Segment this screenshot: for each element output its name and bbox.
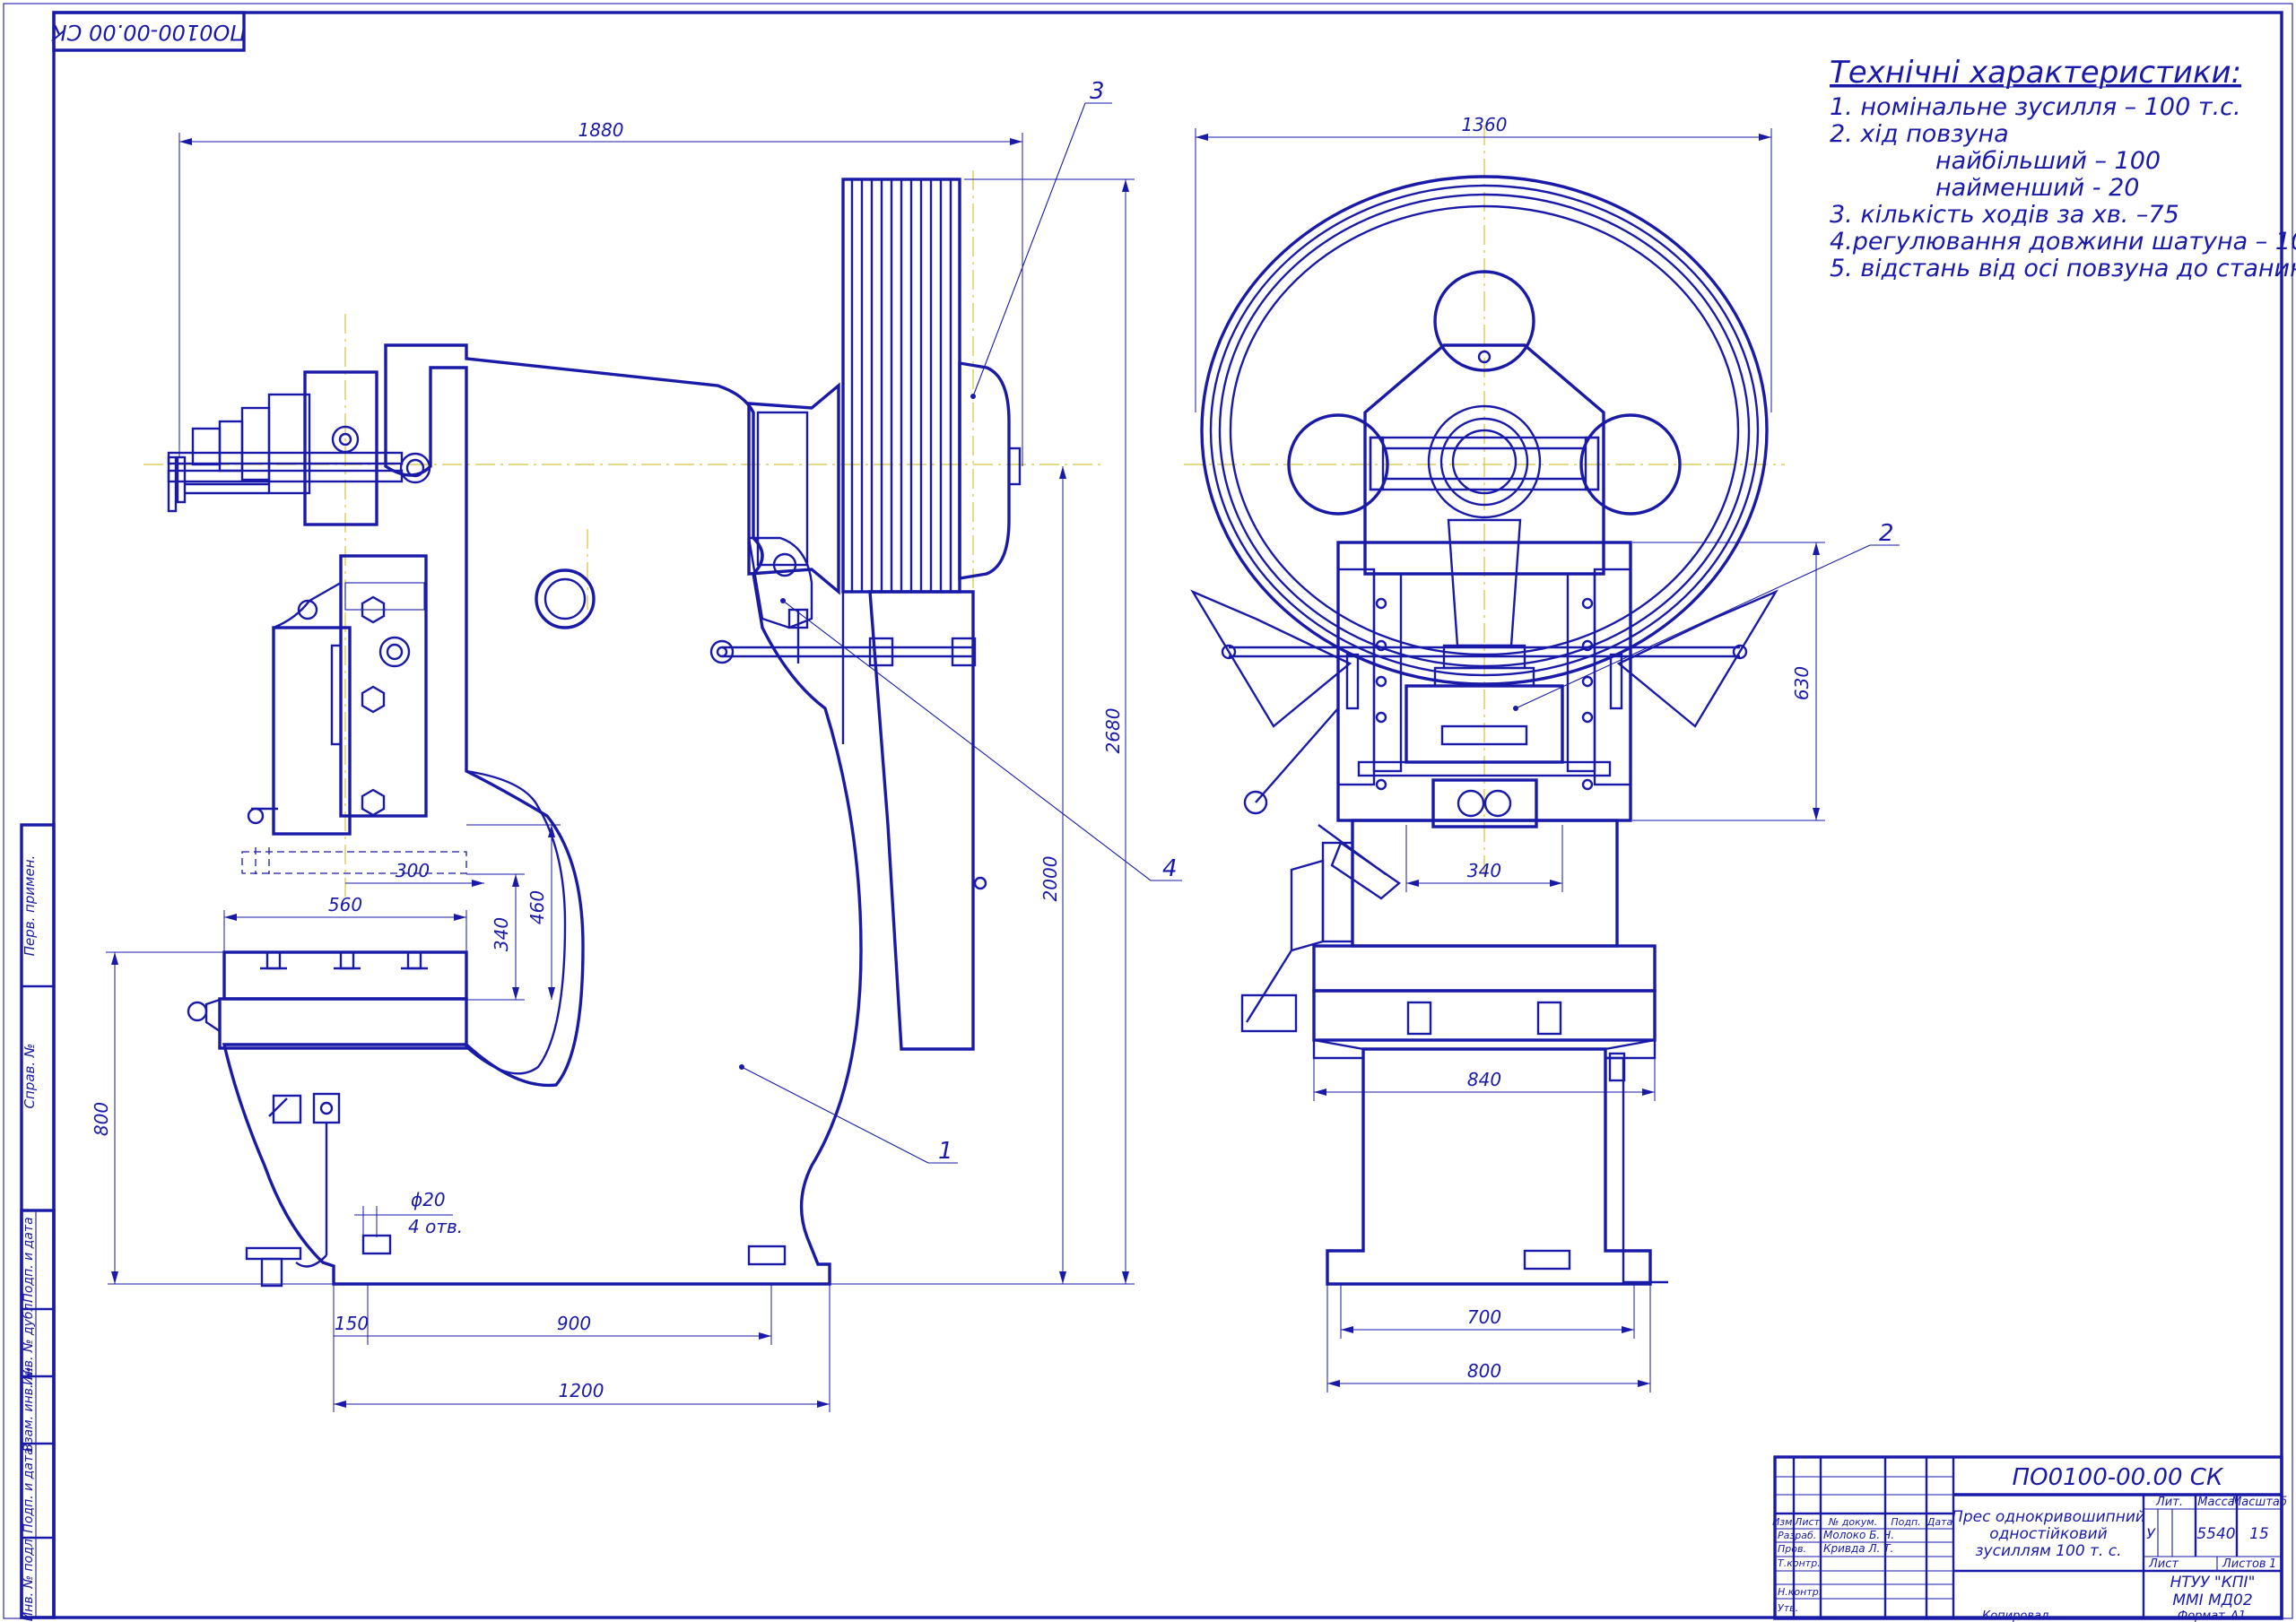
format-label: Формат — [2178, 1609, 2225, 1622]
role-6: Утв. — [1778, 1602, 1798, 1614]
dim-840: 840 — [1467, 1069, 1501, 1090]
stamp-field-5: Взам. инв. № — [22, 1366, 36, 1452]
callout-1: 1 — [938, 1138, 953, 1165]
slide-guide — [339, 554, 428, 818]
spec-line-4: найменший - 20 — [1935, 174, 2139, 202]
lit-value: У — [2146, 1525, 2156, 1542]
work-table — [187, 950, 468, 1050]
org-line-1: НТУУ "КПІ" — [2170, 1574, 2256, 1592]
callout-2-group: 2 — [1513, 520, 1900, 711]
title-doc-code: ПО0100-00.00 СК — [2013, 1464, 2224, 1491]
stamp-field-3: Подп. и дата — [22, 1217, 36, 1302]
specs-title: Технічні характеристики: — [1830, 55, 2241, 91]
product-name-3: зусиллям 100 т. с. — [1976, 1542, 2122, 1560]
brake-unit — [868, 590, 975, 1051]
title-block: ПО0100-00.00 СК Прес однокривошипний одн… — [1772, 1455, 2287, 1620]
scale-value: 15 — [2249, 1525, 2269, 1543]
sheets-label: Листов — [2222, 1557, 2266, 1571]
dim-hole-diameter: ϕ20 — [411, 1189, 446, 1210]
col-header-4: Подп. — [1891, 1516, 1920, 1528]
crank-housing — [303, 370, 378, 526]
spec-line-7: 5. відстань від осі повзуна до станини –… — [1830, 255, 2296, 282]
scale-label: Масштаб — [2231, 1496, 2287, 1509]
spec-line-5: 3. кількість ходів за хв. –75 — [1830, 201, 2179, 229]
spec-line-3: найбільший – 100 — [1935, 147, 2161, 175]
role-3: Т.контр. — [1778, 1557, 1821, 1569]
flywheel-grooves — [850, 179, 952, 592]
name-1: Молоко Б. Ч. — [1823, 1529, 1894, 1541]
corner-code-text: ПО0100-00.00 СК — [51, 20, 247, 45]
dim-1360: 1360 — [1462, 114, 1508, 135]
front-view: 1360 630 340 840 700 800 2 — [1184, 114, 1900, 1392]
product-name-2: одностійковий — [1989, 1525, 2107, 1543]
col-header-5: Дата — [1926, 1516, 1953, 1528]
col-header-3: № докум. — [1828, 1516, 1877, 1528]
dim-560: 560 — [328, 894, 362, 915]
dim-630: 630 — [1791, 666, 1813, 700]
lit-label: Лит. — [2155, 1496, 2183, 1509]
technical-drawing: ПО0100-00.00 СК Перв. примен. Справ. № П… — [3, 3, 2296, 1622]
dim-1200: 1200 — [559, 1380, 604, 1401]
role-1: Разраб. — [1778, 1530, 1816, 1541]
dim-340-vertical: 340 — [491, 917, 512, 951]
spec-line-6: 4.регулювання довжини шатуна – 100 — [1830, 228, 2296, 256]
sheet-label: Лист — [2148, 1557, 2179, 1571]
dim-150: 150 — [335, 1313, 369, 1334]
col-header-1: Изм. — [1772, 1516, 1796, 1528]
role-2: Пров. — [1778, 1543, 1806, 1555]
stamp-field-1: Перв. примен. — [22, 855, 38, 957]
copied-label: Копировал — [1982, 1609, 2048, 1622]
technical-specs: Технічні характеристики: 1. номінальне з… — [1830, 55, 2296, 282]
side-stamp: Перв. примен. Справ. № Подп. и дата Инв.… — [20, 823, 56, 1622]
dim-800-side: 800 — [91, 1102, 112, 1136]
dim-700: 700 — [1467, 1306, 1501, 1328]
role-5: Н.контр. — [1778, 1586, 1822, 1598]
callout-2: 2 — [1879, 520, 1894, 547]
foot-pedal-side — [245, 1092, 341, 1288]
callout-3: 3 — [1090, 78, 1105, 105]
dim-2680: 2680 — [1102, 708, 1124, 754]
dim-1880: 1880 — [578, 119, 624, 141]
mass-value: 5540 — [2196, 1525, 2235, 1543]
spec-line-2: 2. хід повзуна — [1830, 120, 2009, 148]
mass-label: Масса — [2197, 1496, 2234, 1509]
stamp-field-2: Справ. № — [22, 1044, 38, 1109]
dim-300: 300 — [396, 860, 430, 881]
corner-code-box: ПО0100-00.00 СК — [51, 11, 247, 52]
stamp-field-6: Подп. и дата — [22, 1447, 36, 1532]
spec-line-1: 1. номінальне зусилля – 100 т.с. — [1830, 93, 2241, 121]
side-dimensions: 1880 2680 2000 800 560 300 340 460 ϕ20 4… — [91, 119, 1135, 1412]
dim-460: 460 — [526, 890, 548, 924]
org-line-2: ММІ МД02 — [2172, 1592, 2252, 1609]
sheets-value: 1 — [2269, 1557, 2276, 1571]
front-bolster — [1312, 944, 1657, 993]
dim-2000: 2000 — [1039, 856, 1061, 902]
callout-4: 4 — [1162, 855, 1178, 882]
dim-800-front: 800 — [1467, 1360, 1501, 1382]
format-value: А1 — [2230, 1609, 2246, 1622]
dim-hole-count: 4 отв. — [408, 1216, 463, 1237]
product-name-1: Прес однокривошипний — [1952, 1508, 2145, 1526]
dim-340-horizontal: 340 — [1467, 860, 1501, 881]
side-view: 1880 2680 2000 800 560 300 340 460 ϕ20 4… — [91, 78, 1182, 1412]
stamp-field-7: Инв. № подл. — [22, 1535, 36, 1622]
col-header-2: Лист — [1794, 1516, 1820, 1528]
dim-900: 900 — [557, 1313, 591, 1334]
name-2: Кривда Л. Т. — [1823, 1542, 1893, 1555]
